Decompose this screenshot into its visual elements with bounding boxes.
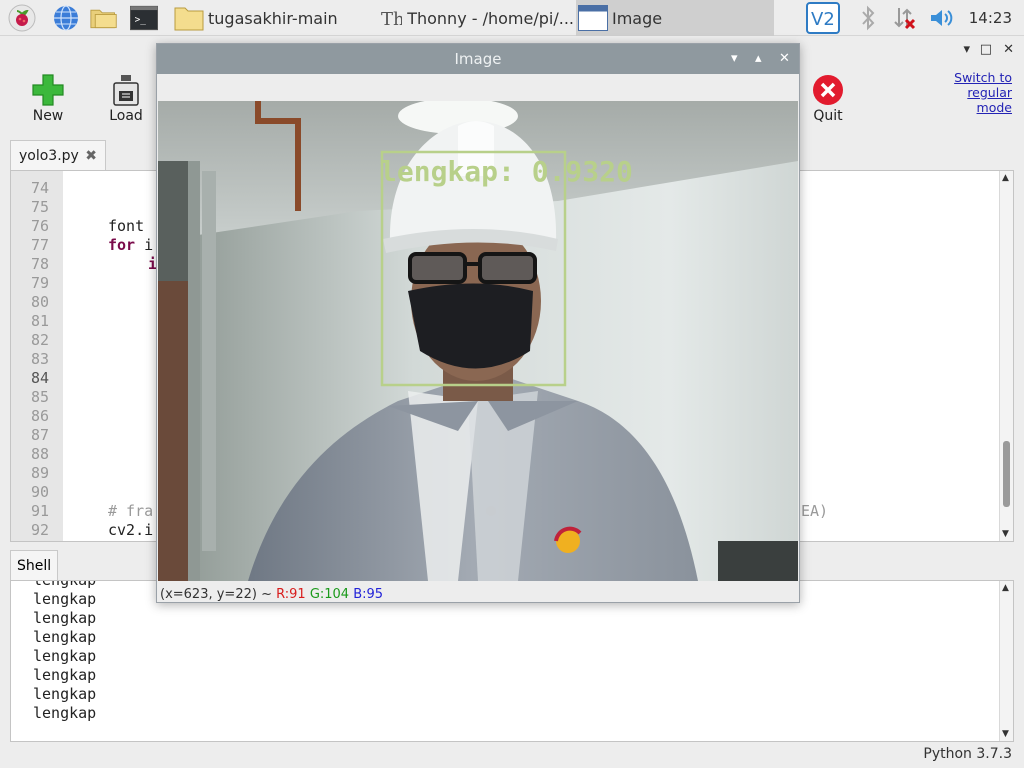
python-version-status[interactable]: Python 3.7.3 xyxy=(923,746,1012,762)
line-number: 82 xyxy=(30,331,49,349)
new-label: New xyxy=(32,108,64,124)
line-number: 83 xyxy=(30,350,49,368)
line-number: 92 xyxy=(30,521,49,539)
bluetooth-icon[interactable] xyxy=(854,4,882,32)
quit-label: Quit xyxy=(813,108,843,124)
load-icon xyxy=(96,72,156,108)
current-line-number: 84 xyxy=(30,369,49,387)
image-window[interactable]: Image ▾ ▴ ✕ lengkap: 0.9320 (x=623, y=22… xyxy=(156,43,800,603)
shell-panel[interactable]: lengkap lengkap lengkap lengkap lengkap … xyxy=(10,580,1014,742)
line-number: 91 xyxy=(30,502,49,520)
line-number: 77 xyxy=(30,236,49,254)
shell-line: lengkap xyxy=(33,580,97,589)
scroll-down-icon[interactable]: ▼ xyxy=(1002,729,1009,739)
task-label: Image xyxy=(612,8,663,28)
network-disconnected-icon[interactable] xyxy=(890,4,918,32)
pixel-info-status: (x=623, y=22) ~ R:91 G:104 B:95 xyxy=(160,587,383,602)
image-window-title[interactable]: Image xyxy=(157,44,799,74)
code-comment: # fra xyxy=(108,502,154,520)
terminal-icon[interactable]: >_ xyxy=(130,4,158,32)
switch-mode-link[interactable]: Switch to regular mode xyxy=(932,70,1012,115)
pixel-blue: B:95 xyxy=(353,587,384,602)
code-line: cv2.i xyxy=(108,521,154,539)
raspberry-menu-icon[interactable] xyxy=(8,4,36,32)
maximize-icon[interactable]: □ xyxy=(980,42,992,57)
volume-icon[interactable] xyxy=(928,4,956,32)
folder-icon xyxy=(174,3,204,33)
load-label: Load xyxy=(109,108,143,124)
close-icon[interactable]: ✕ xyxy=(1003,42,1014,57)
line-number: 88 xyxy=(30,445,49,463)
new-button[interactable]: New xyxy=(18,72,78,124)
svg-text:V2: V2 xyxy=(811,9,835,30)
clock[interactable]: 14:23 xyxy=(969,0,1012,36)
line-number: 79 xyxy=(30,274,49,292)
editor-scrollbar[interactable]: ▲ ▼ xyxy=(999,171,1013,541)
taskbar: >_ tugasakhir-main Th Thonny - /home/pi/… xyxy=(0,0,1024,36)
line-number: 86 xyxy=(30,407,49,425)
scroll-thumb[interactable] xyxy=(1003,441,1010,507)
line-number: 75 xyxy=(30,198,49,216)
taskbar-task-image[interactable]: Image xyxy=(576,0,774,36)
line-number: 80 xyxy=(30,293,49,311)
detection-label: lengkap: 0.9320 xyxy=(380,155,633,188)
scroll-up-icon[interactable]: ▲ xyxy=(1002,583,1009,593)
keyword: for xyxy=(108,236,136,254)
browser-globe-icon[interactable] xyxy=(52,4,80,32)
plus-icon xyxy=(18,72,78,108)
tab-label: yolo3.py xyxy=(19,148,79,164)
line-number: 81 xyxy=(30,312,49,330)
shell-line: lengkap xyxy=(33,704,97,722)
pixel-coords: (x=623, y=22) ~ xyxy=(160,587,272,602)
quit-button[interactable]: Quit xyxy=(798,72,858,124)
window-menu-icon[interactable]: ▾ xyxy=(731,44,738,74)
close-tab-icon[interactable]: ✖ xyxy=(85,148,97,164)
file-manager-icon[interactable] xyxy=(90,4,118,32)
maximize-icon[interactable]: ▴ xyxy=(755,44,762,74)
shell-scrollbar[interactable]: ▲ ▼ xyxy=(999,581,1013,741)
close-icon[interactable]: ✕ xyxy=(779,44,790,74)
taskbar-task-file-manager[interactable]: tugasakhir-main xyxy=(172,0,372,36)
vnc-icon[interactable]: V2 xyxy=(806,2,840,34)
taskbar-task-thonny[interactable]: Th Thonny - /home/pi/... xyxy=(376,0,574,36)
line-number: 78 xyxy=(30,255,49,273)
code-comment-tail: EA) xyxy=(801,502,829,520)
svg-text:Th: Th xyxy=(381,9,402,29)
shell-line: lengkap xyxy=(33,685,97,703)
line-number: 90 xyxy=(30,483,49,501)
code-line: for i xyxy=(108,236,153,254)
camera-image: lengkap: 0.9320 xyxy=(158,101,798,581)
task-label: tugasakhir-main xyxy=(208,8,338,28)
line-number: 87 xyxy=(30,426,49,444)
shell-line: lengkap xyxy=(33,647,97,665)
quit-icon xyxy=(798,72,858,108)
load-button[interactable]: Load xyxy=(96,72,156,124)
line-number: 74 xyxy=(30,179,49,197)
camera-frame: lengkap: 0.9320 xyxy=(158,101,798,581)
shell-line: lengkap xyxy=(33,628,97,646)
thonny-icon: Th xyxy=(378,3,403,33)
tab-shell[interactable]: Shell xyxy=(10,550,59,580)
line-number: 89 xyxy=(30,464,49,482)
task-label: Thonny - /home/pi/... xyxy=(407,8,574,28)
tab-yolo3[interactable]: yolo3.py ✖ xyxy=(10,140,107,170)
scroll-up-icon[interactable]: ▲ xyxy=(1002,173,1009,183)
svg-text:>_: >_ xyxy=(135,15,147,26)
shell-line: lengkap xyxy=(33,590,97,608)
window-icon xyxy=(578,3,608,33)
minimize-icon[interactable]: ▾ xyxy=(963,42,970,57)
line-number-gutter: 74 75 76 77 78 79 80 81 82 83 84 85 86 8… xyxy=(11,171,63,541)
pixel-red: R:91 xyxy=(276,587,306,602)
code-text: i xyxy=(135,236,154,254)
code-line: font xyxy=(108,217,145,235)
shell-line: lengkap xyxy=(33,609,97,627)
line-number: 85 xyxy=(30,388,49,406)
line-number: 76 xyxy=(30,217,49,235)
pixel-green: G:104 xyxy=(309,587,350,602)
shell-line: lengkap xyxy=(33,666,97,684)
scroll-down-icon[interactable]: ▼ xyxy=(1002,529,1009,539)
